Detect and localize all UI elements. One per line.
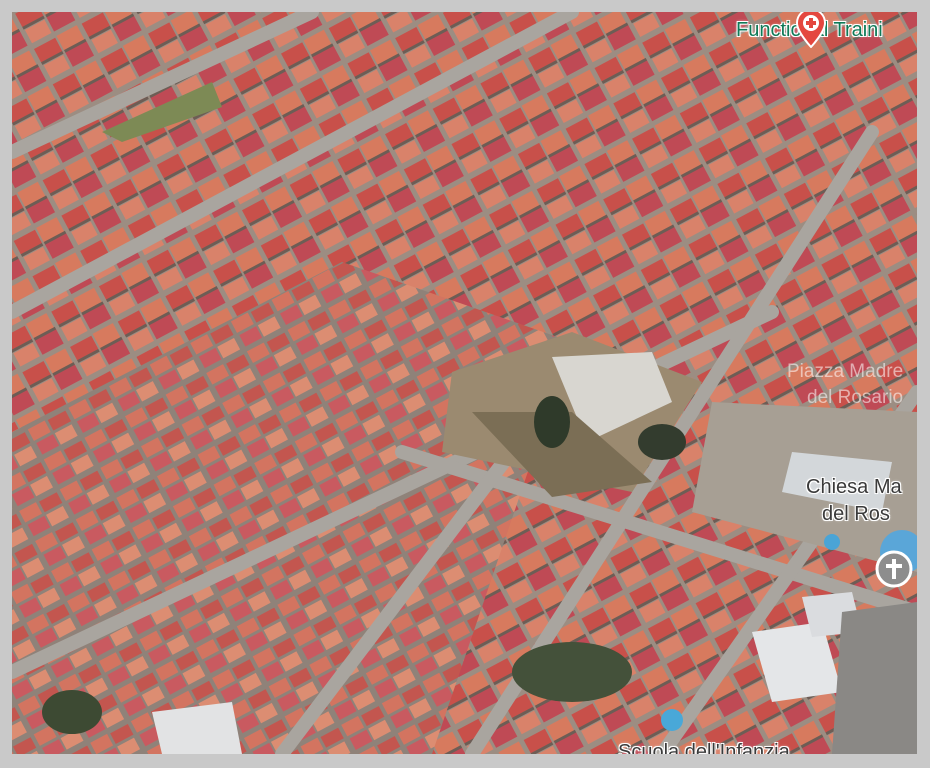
church-label-line1[interactable]: Chiesa Ma	[806, 477, 902, 497]
map-viewport[interactable]: Functional Traini Piazza Madre del Rosar…	[12, 12, 917, 754]
satellite-imagery	[12, 12, 917, 754]
medical-cross-pin-icon[interactable]	[794, 12, 828, 48]
square-label: Piazza Madre	[787, 361, 904, 382]
square-label-line2: del Rosario	[807, 387, 904, 408]
school-label[interactable]: Scuola dell'Infanzia	[618, 742, 790, 754]
cross-pin-icon[interactable]	[874, 549, 914, 589]
church-label-line2[interactable]: del Ros	[822, 504, 890, 524]
